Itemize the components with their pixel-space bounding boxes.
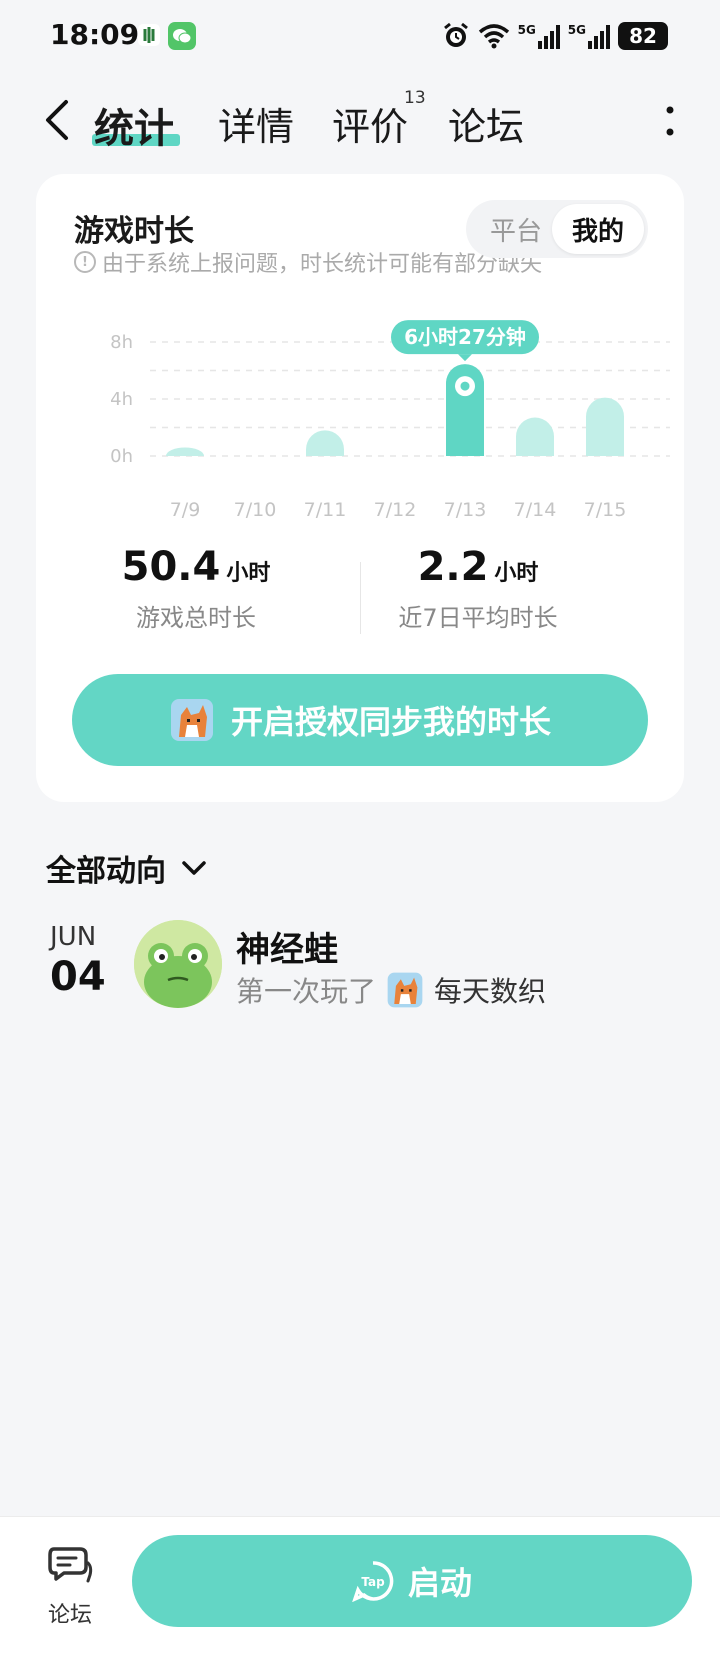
wechat-notification-icon	[168, 22, 196, 50]
launch-label: 启动	[407, 1564, 472, 1602]
network-label-1: 5G	[517, 23, 536, 37]
chart-bar	[306, 430, 344, 456]
stat-divider	[360, 562, 361, 634]
reviews-count-badge: 13	[404, 88, 426, 108]
activity-action: 第一次玩了	[236, 975, 377, 1008]
tab-stats[interactable]: 统计	[94, 96, 174, 154]
tab-details[interactable]: 详情	[218, 96, 294, 151]
x-tick-label: 7/15	[584, 499, 627, 521]
bottom-action-bar: 论坛 Tap 启动	[0, 1516, 720, 1680]
chevron-down-icon	[182, 861, 206, 875]
card-title: 游戏时长	[74, 214, 194, 249]
top-nav: 统计 详情 评价 13 论坛	[0, 80, 720, 160]
toggle-mine[interactable]: 我的	[552, 204, 644, 254]
activity-day: 04	[50, 954, 106, 1000]
bar-marker-dot	[460, 381, 470, 391]
back-arrow-icon[interactable]	[38, 98, 78, 142]
playtime-card: 游戏时长 ! 由于系统上报问题，时长统计可能有部分缺失 平台 我的 0h 4h 8h…	[36, 174, 684, 802]
activity-filter-label: 全部动向	[46, 854, 166, 889]
tab-reviews[interactable]: 评价	[332, 96, 408, 151]
chart-bar	[166, 447, 204, 456]
stat-average: 2.2 小时 近7日平均时长	[388, 544, 568, 633]
battery-icon: 82	[618, 22, 668, 50]
forum-button[interactable]: 论坛	[42, 1543, 98, 1643]
avg-hours-label: 近7日平均时长	[398, 604, 558, 632]
stat-total: 50.4 小时 游戏总时长	[102, 544, 290, 633]
avatar[interactable]	[134, 920, 222, 1008]
bar-tooltip-label: 6小时27分钟	[404, 325, 526, 349]
activity-month: JUN	[50, 922, 97, 952]
network-label-2: 5G	[567, 23, 586, 37]
toggle-platform[interactable]: 平台	[474, 204, 558, 254]
avg-hours-unit: 小时	[494, 561, 539, 586]
game-fox-icon	[387, 972, 423, 1008]
tap-logo-icon: Tap	[352, 1561, 394, 1602]
status-time: 18:09	[50, 18, 140, 51]
avg-hours-value: 2.2	[417, 544, 489, 590]
status-bar: 18:09 5G 5G 82	[0, 0, 720, 72]
tab-forum[interactable]: 论坛	[448, 96, 524, 151]
x-tick-label: 7/11	[304, 499, 347, 521]
bar-tooltip-arrow	[458, 354, 472, 362]
signal-icon-1: 5G	[518, 23, 560, 49]
alarm-icon	[443, 22, 468, 47]
playtime-bar-chart: 0h 4h 8h 7/9 7/10 7/11 7/12 6小时27分钟 7/13 7/14 7/15	[110, 320, 670, 521]
chart-bar	[516, 417, 554, 456]
sync-button-label: 开启授权同步我的时长	[230, 703, 551, 741]
y-tick-label: 0h	[110, 446, 133, 467]
info-icon: !	[74, 251, 96, 273]
x-tick-label: 7/9	[170, 499, 201, 521]
source-toggle: 平台 我的	[466, 200, 648, 258]
x-tick-label: 7/12	[374, 499, 417, 521]
wifi-icon	[478, 24, 509, 49]
y-tick-label: 4h	[110, 389, 133, 410]
chart-bar	[586, 397, 624, 456]
total-hours-value: 50.4	[121, 544, 221, 590]
launch-button[interactable]: Tap 启动	[132, 1535, 692, 1627]
tap-logo-text: Tap	[361, 1575, 385, 1589]
signal-icon-2: 5G	[568, 23, 610, 49]
more-options-icon[interactable]	[664, 104, 676, 140]
card-note: ! 由于系统上报问题，时长统计可能有部分缺失	[74, 246, 542, 278]
activity-text: 第一次玩了 每天数织	[236, 970, 546, 1010]
activity-game-name: 每天数织	[434, 975, 547, 1008]
forum-chat-icon	[48, 1547, 93, 1583]
forum-label: 论坛	[47, 1603, 92, 1628]
app-notification-icon	[138, 24, 160, 46]
x-tick-label: 7/13	[444, 499, 487, 521]
frog-avatar-icon	[134, 920, 222, 1008]
y-tick-label: 8h	[110, 332, 133, 353]
total-hours-label: 游戏总时长	[136, 604, 256, 632]
activity-item[interactable]: JUN 04 神经蛙 第一次玩了 每天数织	[46, 918, 686, 1018]
x-tick-label: 7/10	[234, 499, 277, 521]
activity-filter[interactable]: 全部动向	[46, 846, 208, 890]
battery-level: 82	[629, 24, 657, 48]
x-tick-label: 7/14	[514, 499, 557, 521]
sync-playtime-button[interactable]: 开启授权同步我的时长	[72, 674, 648, 766]
total-hours-unit: 小时	[226, 561, 271, 586]
game-fox-icon	[170, 699, 213, 741]
activity-user-name: 神经蛙	[236, 930, 338, 970]
